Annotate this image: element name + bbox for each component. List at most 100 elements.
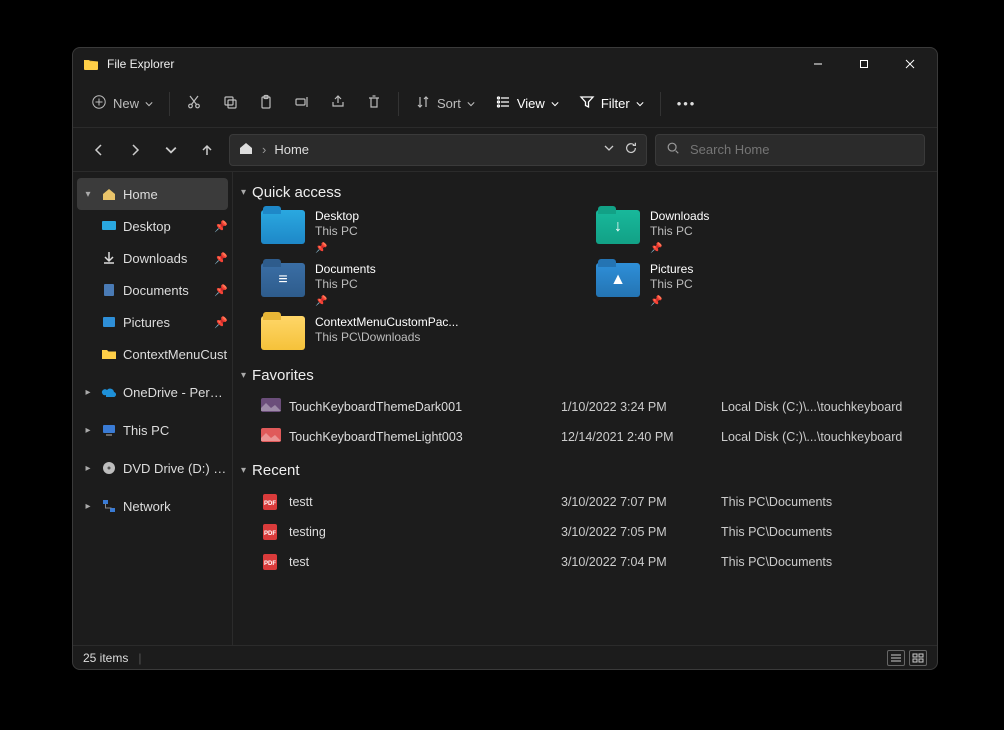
copy-button[interactable] (212, 86, 248, 122)
share-button[interactable] (320, 86, 356, 122)
sidebar-item-label: Downloads (123, 251, 208, 266)
item-name: Downloads (650, 209, 709, 224)
chevron-right-icon[interactable]: ▸ (81, 425, 95, 436)
minimize-button[interactable] (795, 48, 841, 80)
up-button[interactable] (193, 136, 221, 164)
chevron-right-icon: › (262, 142, 266, 157)
chevron-down-icon: ▾ (241, 370, 246, 381)
separator (398, 92, 399, 116)
quick-access-item[interactable]: ContextMenuCustomPac... This PC\Download… (261, 315, 586, 351)
item-date: 3/10/2022 7:05 PM (561, 525, 721, 539)
quick-access-item[interactable]: ≡ Documents This PC 📌 (261, 262, 586, 309)
chevron-right-icon[interactable]: ▸ (81, 501, 95, 512)
rename-button[interactable] (284, 86, 320, 122)
chevron-right-icon[interactable]: ▸ (81, 463, 95, 474)
search-box[interactable] (655, 134, 925, 166)
filter-button[interactable]: Filter (569, 86, 654, 122)
monitor-icon (101, 422, 117, 438)
forward-button[interactable] (121, 136, 149, 164)
quick-access-item[interactable]: ↓ Downloads This PC 📌 (596, 209, 921, 256)
sidebar-item-label: ContextMenuCust (123, 347, 228, 362)
content-pane[interactable]: ▾ Quick access Desktop This PC 📌 ↓ Downl… (233, 172, 937, 645)
pin-icon: 📌 (214, 316, 228, 329)
sidebar-item-cmcp[interactable]: ContextMenuCust (73, 338, 232, 370)
documents-icon (101, 282, 117, 298)
pin-icon: 📌 (214, 252, 228, 265)
folder-icon: ▲ (596, 262, 640, 298)
download-icon (101, 250, 117, 266)
item-location: Local Disk (C:)\...\touchkeyboard (721, 430, 921, 444)
new-button[interactable]: New (81, 86, 163, 122)
sidebar-item-label: This PC (123, 423, 228, 438)
close-button[interactable] (887, 48, 933, 80)
chevron-down-icon[interactable]: ▾ (81, 189, 95, 200)
chevron-down-icon (145, 96, 153, 111)
sidebar-item-thispc[interactable]: ▸ This PC (73, 414, 232, 446)
chevron-right-icon[interactable]: ▸ (81, 387, 95, 398)
item-date: 12/14/2021 2:40 PM (561, 430, 721, 444)
sort-button[interactable]: Sort (405, 86, 485, 122)
titlebar[interactable]: File Explorer (73, 48, 937, 80)
copy-icon (222, 94, 238, 113)
recent-row[interactable]: PDF testing 3/10/2022 7:05 PM This PC\Do… (261, 517, 921, 547)
sidebar-item-desktop[interactable]: Desktop 📌 (73, 210, 232, 242)
sidebar-item-downloads[interactable]: Downloads 📌 (73, 242, 232, 274)
more-button[interactable]: ••• (667, 86, 707, 122)
address-bar[interactable]: › Home (229, 134, 647, 166)
sidebar-item-network[interactable]: ▸ Network (73, 490, 232, 522)
folder-icon: ↓ (596, 209, 640, 245)
thumbnails-view-button[interactable] (909, 650, 927, 666)
breadcrumb-location[interactable]: Home (274, 142, 309, 157)
sidebar-item-dvd[interactable]: ▸ DVD Drive (D:) CCCO (73, 452, 232, 484)
item-date: 3/10/2022 7:04 PM (561, 555, 721, 569)
sort-label: Sort (437, 96, 461, 111)
chevron-down-icon: ▾ (241, 465, 246, 476)
quick-access-item[interactable]: ▲ Pictures This PC 📌 (596, 262, 921, 309)
sidebar: ▾ Home Desktop 📌 Downloads 📌 Documents 📌 (73, 172, 233, 645)
pin-icon: 📌 (214, 220, 228, 233)
folder-icon (101, 346, 117, 362)
cut-button[interactable] (176, 86, 212, 122)
window-title: File Explorer (107, 57, 174, 71)
svg-text:PDF: PDF (264, 531, 276, 537)
recent-locations-button[interactable] (157, 136, 185, 164)
cloud-icon (101, 384, 117, 400)
item-sublabel: This PC (315, 277, 376, 292)
sidebar-item-label: OneDrive - Personal (123, 385, 228, 400)
sidebar-item-label: Pictures (123, 315, 208, 330)
back-button[interactable] (85, 136, 113, 164)
section-favorites[interactable]: ▾ Favorites (241, 367, 929, 384)
recent-row[interactable]: PDF testt 3/10/2022 7:07 PM This PC\Docu… (261, 487, 921, 517)
favorites-row[interactable]: TouchKeyboardThemeLight003 12/14/2021 2:… (261, 422, 921, 452)
search-input[interactable] (688, 141, 914, 158)
quick-access-item[interactable]: Desktop This PC 📌 (261, 209, 586, 256)
address-dropdown-button[interactable] (604, 141, 614, 158)
refresh-button[interactable] (624, 141, 638, 158)
filter-label: Filter (601, 96, 630, 111)
details-view-button[interactable] (887, 650, 905, 666)
item-name: Desktop (315, 209, 359, 224)
section-title: Quick access (252, 184, 341, 201)
item-name: testing (289, 525, 561, 539)
section-recent[interactable]: ▾ Recent (241, 462, 929, 479)
folder-icon: ≡ (261, 262, 305, 298)
sidebar-item-onedrive[interactable]: ▸ OneDrive - Personal (73, 376, 232, 408)
item-name: ContextMenuCustomPac... (315, 315, 458, 330)
view-icon (495, 94, 511, 113)
view-button[interactable]: View (485, 86, 569, 122)
sidebar-item-home[interactable]: ▾ Home (77, 178, 228, 210)
item-sublabel: This PC (315, 224, 359, 239)
maximize-button[interactable] (841, 48, 887, 80)
sidebar-item-pictures[interactable]: Pictures 📌 (73, 306, 232, 338)
paste-button[interactable] (248, 86, 284, 122)
view-label: View (517, 96, 545, 111)
favorites-row[interactable]: TouchKeyboardThemeDark001 1/10/2022 3:24… (261, 392, 921, 422)
svg-text:PDF: PDF (264, 561, 276, 567)
recent-row[interactable]: PDF test 3/10/2022 7:04 PM This PC\Docum… (261, 547, 921, 577)
delete-button[interactable] (356, 86, 392, 122)
status-bar: 25 items | (73, 645, 937, 669)
sidebar-item-label: Home (123, 187, 224, 202)
sidebar-item-documents[interactable]: Documents 📌 (73, 274, 232, 306)
disc-icon (101, 460, 117, 476)
section-quick-access[interactable]: ▾ Quick access (241, 184, 929, 201)
